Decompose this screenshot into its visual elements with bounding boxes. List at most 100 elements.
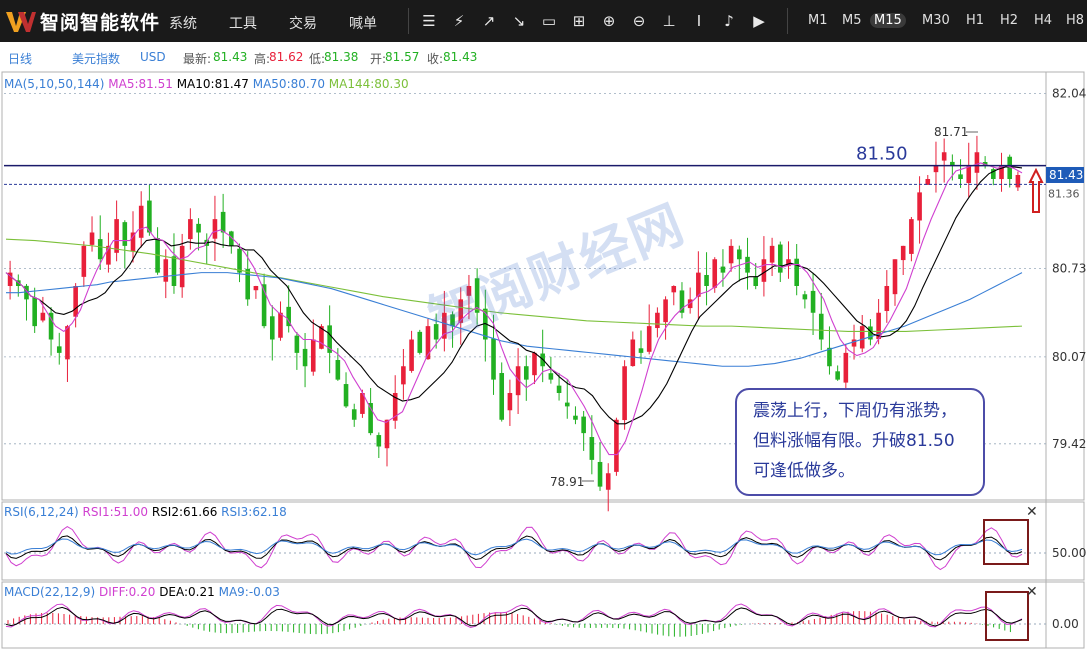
candle-body — [491, 338, 496, 380]
candle-body — [589, 437, 595, 460]
sound-icon[interactable]: ♪ — [719, 11, 739, 31]
high-label: 高: — [254, 52, 271, 66]
close-label: 收: — [427, 52, 444, 66]
candle-body — [704, 274, 709, 286]
rsi-close-icon[interactable]: ✕ — [1026, 504, 1038, 520]
candle-body — [884, 286, 890, 312]
flash-icon[interactable]: ⚡ — [449, 11, 469, 31]
candle-body — [761, 259, 767, 282]
candle-body — [73, 286, 78, 317]
window-icon[interactable]: ▭ — [539, 11, 559, 31]
last-price-label: 81.43 — [1049, 168, 1083, 182]
candle-body — [859, 326, 865, 349]
macd-tick-label: 0.00 — [1052, 617, 1079, 631]
crosshair-icon[interactable]: ⊥ — [659, 11, 679, 31]
note-line-3: 可逢低做多。 — [753, 461, 855, 481]
candle-body — [573, 415, 578, 420]
candle-body — [237, 248, 242, 273]
macd-highlight-box — [985, 591, 1029, 641]
candle-body — [777, 244, 783, 273]
grid-icon[interactable]: ⊞ — [569, 11, 589, 31]
period-h8[interactable]: H8 — [1062, 13, 1087, 28]
candle-body — [40, 312, 46, 321]
candle-body — [958, 174, 963, 179]
note-line-1: 震荡上行，下周仍有涨势， — [753, 401, 957, 421]
candle-body — [696, 272, 701, 297]
latest-value: 81.43 — [213, 50, 248, 64]
symbol-name: 美元指数 — [72, 52, 121, 66]
candle-body — [564, 402, 570, 407]
candle-body — [409, 339, 414, 371]
candle-body — [802, 294, 808, 300]
menu-system[interactable]: 系统 — [169, 13, 197, 33]
text-cursor-icon[interactable]: Ⅰ — [689, 11, 709, 31]
chart-down-icon[interactable]: ↘ — [509, 11, 529, 31]
candle-body — [745, 256, 750, 273]
candle-body — [728, 245, 734, 264]
zoom-in-icon[interactable]: ⊕ — [599, 11, 619, 31]
macd-close-icon[interactable]: ✕ — [1026, 584, 1038, 600]
candle-body — [532, 352, 537, 376]
candle-body — [310, 339, 316, 372]
period-m30[interactable]: M30 — [918, 13, 954, 28]
menu-trade[interactable]: 交易 — [289, 13, 317, 33]
period-h1[interactable]: H1 — [962, 13, 988, 28]
candle-body — [548, 373, 554, 380]
candle-body — [900, 245, 906, 261]
period-h4[interactable]: H4 — [1030, 13, 1056, 28]
menu-call[interactable]: 喊单 — [349, 13, 377, 33]
period-label[interactable]: 日线 — [8, 50, 32, 67]
resistance-label: 81.50 — [856, 144, 908, 165]
candle-body — [663, 299, 668, 323]
low-label: 低: — [309, 52, 326, 66]
list-icon[interactable]: ☰ — [419, 11, 439, 31]
info-bar: 日线 美元指数 USD 最新: 81.43 高: 81.62 低: 81.38 … — [0, 44, 1087, 70]
high-value: 81.62 — [269, 50, 304, 64]
logo-icon — [6, 12, 36, 32]
period-m1[interactable]: M1 — [804, 13, 832, 28]
candle-body — [581, 416, 586, 434]
candle-body — [269, 316, 275, 340]
note-line-2: 但料涨幅有限。升破81.50 — [753, 431, 955, 451]
menu-tools[interactable]: 工具 — [229, 13, 257, 33]
candle-body — [720, 266, 726, 273]
app-brand: 智阅智能软件 — [40, 11, 161, 34]
candle-body — [712, 259, 718, 288]
candle-body — [933, 165, 939, 173]
candle-body — [97, 239, 103, 260]
candle-body — [556, 385, 562, 393]
period-m5[interactable]: M5 — [838, 13, 866, 28]
analysis-note: 震荡上行，下周仍有涨势， 但料涨幅有限。升破81.50 可逢低做多。 — [735, 388, 985, 496]
chart-up-icon[interactable]: ↗ — [479, 11, 499, 31]
candle-body — [794, 258, 799, 286]
candle-body — [974, 152, 980, 173]
candle-body — [835, 371, 840, 380]
peak-label: 81.71 — [934, 125, 968, 139]
candle-body — [769, 245, 775, 263]
y-tick-label: 80.07 — [1052, 350, 1086, 364]
candle-body — [614, 419, 619, 472]
period-m15[interactable]: M15 — [870, 13, 906, 28]
period-h2[interactable]: H2 — [996, 13, 1022, 28]
candle-body — [646, 326, 652, 352]
candle-body — [245, 268, 251, 300]
currency-label: USD — [140, 50, 166, 64]
candle-body — [171, 256, 177, 286]
open-value: 81.57 — [385, 50, 420, 64]
chart-area[interactable]: 82.04 80.73 80.07 79.42 81.50 81.36 81.43 81.71… — [0, 70, 1087, 650]
open-label: 开: — [370, 52, 387, 66]
candle-body — [163, 259, 169, 282]
rsi-tick-label: 50.00 — [1052, 546, 1086, 560]
candle-body — [827, 347, 832, 367]
trough-label: 78.91 — [550, 475, 584, 489]
rsi-legend: RSI(6,12,24) RSI1:51.00 RSI2:61.66 RSI3:… — [4, 505, 287, 519]
latest-label: 最新: — [183, 52, 212, 66]
candle-body — [737, 249, 742, 260]
candle-body — [188, 219, 193, 240]
zoom-out-icon[interactable]: ⊖ — [629, 11, 649, 31]
reference-label: 81.36 — [1048, 187, 1080, 200]
video-icon[interactable]: ▶ — [749, 11, 769, 31]
app-logo: 智阅智能软件 — [4, 6, 160, 36]
y-tick-label: 80.73 — [1052, 262, 1086, 276]
candle-body — [220, 211, 226, 233]
